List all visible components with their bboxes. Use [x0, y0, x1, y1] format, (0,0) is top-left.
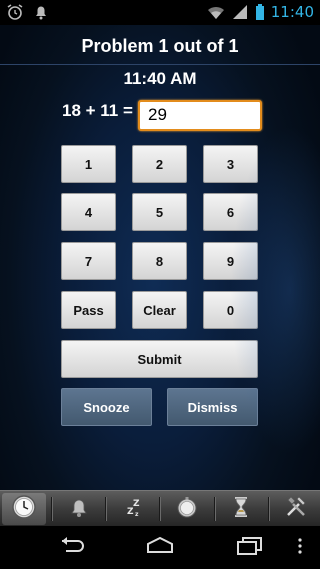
key-5[interactable]: 5 [132, 193, 187, 231]
toolbar-timer[interactable] [219, 493, 263, 525]
clear-button[interactable]: Clear [132, 291, 187, 329]
key-8[interactable]: 8 [132, 242, 187, 280]
sleep-icon: Z Z z [121, 495, 145, 523]
menu-icon [297, 537, 303, 559]
toolbar-separator [267, 496, 269, 521]
toolbar-clock[interactable] [2, 492, 47, 525]
recent-apps-button[interactable] [230, 536, 270, 560]
key-1[interactable]: 1 [61, 145, 116, 183]
key-9[interactable]: 9 [203, 242, 258, 280]
stopwatch-icon [175, 495, 199, 523]
recent-apps-icon [234, 536, 266, 560]
status-clock: 11:40 [270, 3, 314, 21]
back-icon [54, 536, 86, 560]
alarm-math-screen: Problem 1 out of 1 11:40 AM 18 + 11 = 29… [0, 25, 320, 490]
wifi-icon [207, 3, 225, 21]
home-icon [142, 536, 178, 560]
pass-button[interactable]: Pass [61, 291, 116, 329]
tools-icon [284, 495, 308, 523]
key-0[interactable]: 0 [203, 291, 258, 329]
toolbar-sleep[interactable]: Z Z z [111, 493, 155, 525]
page-title: Problem 1 out of 1 [81, 36, 239, 56]
notification-bell-icon [32, 3, 50, 21]
alarm-clock-icon [6, 3, 24, 21]
svg-text:z: z [135, 511, 139, 518]
signal-icon [231, 3, 249, 21]
toolbar-tools[interactable] [274, 493, 318, 525]
toolbar-stopwatch[interactable] [165, 493, 209, 525]
home-button[interactable] [140, 536, 180, 560]
answer-input[interactable]: 29 [138, 100, 262, 131]
battery-icon [255, 3, 265, 21]
navigation-bar [0, 526, 320, 569]
key-4[interactable]: 4 [61, 193, 116, 231]
key-3[interactable]: 3 [203, 145, 258, 183]
math-problem: 18 + 11 = [62, 101, 133, 120]
bottom-toolbar: Z Z z [0, 490, 320, 526]
bell-icon [67, 495, 91, 523]
snooze-button[interactable]: Snooze [61, 388, 152, 426]
toolbar-alarm[interactable] [57, 493, 101, 525]
svg-text:Z: Z [133, 499, 140, 509]
timer-icon [229, 495, 253, 523]
clock-icon [11, 494, 37, 524]
back-button[interactable] [50, 536, 90, 560]
key-7[interactable]: 7 [61, 242, 116, 280]
toolbar-separator [159, 496, 161, 521]
toolbar-separator [105, 496, 107, 521]
toolbar-separator [50, 496, 52, 521]
key-2[interactable]: 2 [132, 145, 187, 183]
title-divider [0, 64, 320, 65]
status-bar: 11:40 [0, 0, 320, 25]
svg-text:Z: Z [127, 507, 134, 517]
alarm-time: 11:40 AM [123, 69, 197, 88]
dismiss-button[interactable]: Dismiss [167, 388, 258, 426]
key-6[interactable]: 6 [203, 193, 258, 231]
menu-button[interactable] [290, 536, 310, 560]
submit-button[interactable]: Submit [61, 340, 258, 378]
toolbar-separator [213, 496, 215, 521]
